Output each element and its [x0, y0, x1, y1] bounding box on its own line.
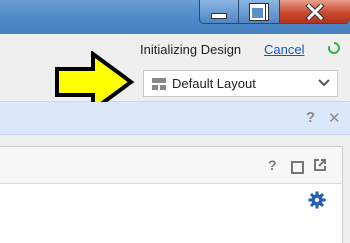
panel-edge — [343, 146, 350, 243]
info-bar: ? ✕ — [0, 102, 350, 135]
loading-spinner-icon — [328, 42, 340, 54]
panel-header: ? — [0, 147, 342, 184]
gear-icon[interactable] — [308, 191, 326, 209]
layout-grid-icon — [152, 77, 166, 90]
close-window-button[interactable] — [279, 0, 350, 24]
app-window: Initializing Design Cancel Default Layou… — [0, 0, 350, 243]
close-icon — [305, 3, 325, 20]
minimize-icon — [211, 12, 227, 19]
status-text: Initializing Design — [140, 42, 242, 57]
cancel-link[interactable]: Cancel — [264, 42, 304, 57]
question-mark-icon[interactable]: ? — [306, 109, 315, 126]
window-title-bar[interactable] — [0, 0, 350, 34]
divider — [0, 135, 350, 146]
popout-icon[interactable] — [314, 159, 326, 171]
question-mark-icon[interactable]: ? — [268, 157, 277, 173]
chevron-down-icon — [318, 79, 330, 87]
close-icon[interactable]: ✕ — [328, 109, 341, 127]
restore-icon[interactable] — [291, 161, 304, 174]
maximize-button[interactable] — [238, 0, 280, 24]
minimize-button[interactable] — [199, 0, 239, 24]
restore-window-icon — [250, 3, 268, 20]
layout-dropdown-value: Default Layout — [172, 76, 256, 91]
content-panel: ? — [0, 146, 343, 243]
layout-dropdown[interactable]: Default Layout — [143, 70, 338, 97]
